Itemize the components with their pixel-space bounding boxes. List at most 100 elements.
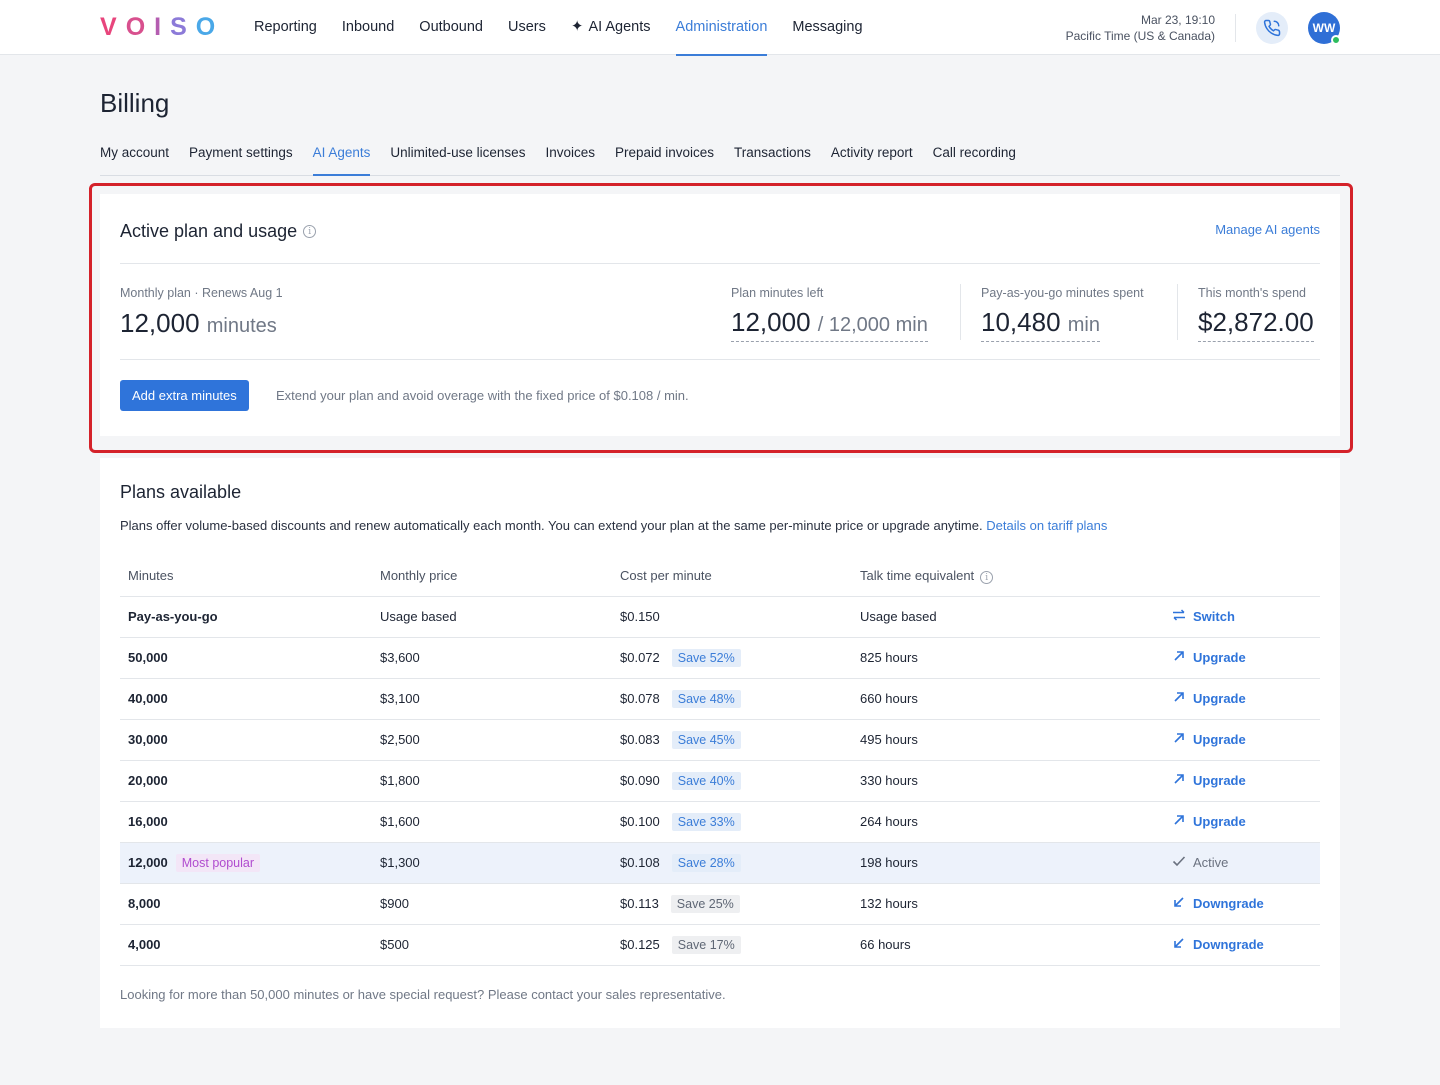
cost-value: $0.083	[620, 731, 660, 747]
table-row: 20,000 $1,800 $0.090 Save 40% 330 hours Upgra…	[120, 760, 1320, 802]
switch-button[interactable]: Switch	[1172, 608, 1235, 625]
tab-ai-agents[interactable]: AI Agents	[312, 134, 370, 176]
cell-monthly-price: $1,800	[372, 760, 612, 802]
cell-action: Upgrade	[1164, 801, 1320, 843]
cell-minutes: 8,000	[120, 883, 372, 925]
nav-item-label: AI Agents	[588, 19, 651, 35]
nav-item-ai-agents[interactable]: ✦ AI Agents	[571, 0, 651, 55]
info-icon[interactable]: i	[980, 571, 994, 584]
save-badge: Save 28%	[671, 853, 741, 872]
plan-minutes-value: 30,000	[128, 732, 168, 747]
tab-my-account[interactable]: My account	[100, 134, 169, 175]
nav-item-messaging[interactable]: Messaging	[792, 0, 862, 55]
cell-monthly-price: $3,600	[372, 637, 612, 679]
plan-minutes-value: 50,000	[128, 650, 168, 665]
upgrade-button[interactable]: Upgrade	[1172, 772, 1246, 789]
cell-cost-per-minute: $0.125 Save 17%	[612, 924, 852, 966]
cell-monthly-price: $1,300	[372, 842, 612, 884]
cost-value: $0.113	[620, 895, 659, 911]
nav-item-administration[interactable]: Administration	[675, 0, 767, 56]
cell-action: Active	[1164, 842, 1320, 884]
cell-monthly-price: Usage based	[372, 596, 612, 638]
most-popular-badge: Most popular	[175, 853, 261, 872]
column-header-monthly-price: Monthly price	[372, 556, 612, 597]
check-icon	[1172, 854, 1186, 871]
table-row: 16,000 $1,600 $0.100 Save 33% 264 hours Upgra…	[120, 801, 1320, 843]
action-label: Upgrade	[1193, 814, 1246, 829]
upgrade-button[interactable]: Upgrade	[1172, 649, 1246, 666]
nav-item-inbound[interactable]: Inbound	[342, 0, 394, 55]
cell-action: Upgrade	[1164, 637, 1320, 679]
cell-cost-per-minute: $0.108 Save 28%	[612, 842, 852, 884]
cost-value: $0.125	[620, 936, 660, 952]
voiso-logo[interactable]: V O I S O	[100, 13, 224, 42]
upgrade-button[interactable]: Upgrade	[1172, 690, 1246, 707]
plan-minutes-value: 20,000	[128, 773, 168, 788]
tab-payment-settings[interactable]: Payment settings	[189, 134, 293, 175]
tab-call-recording[interactable]: Call recording	[933, 134, 1016, 175]
cell-cost-per-minute: $0.150	[612, 596, 852, 638]
upgrade-button[interactable]: Upgrade	[1172, 813, 1246, 830]
plan-minutes-value: 40,000	[128, 691, 168, 706]
main-nav: Reporting Inbound Outbound Users ✦ AI Age…	[254, 0, 888, 56]
cell-monthly-price: $900	[372, 883, 612, 925]
tab-transactions[interactable]: Transactions	[734, 134, 811, 175]
save-badge: Save 52%	[671, 648, 741, 667]
cell-action: Upgrade	[1164, 719, 1320, 761]
cell-monthly-price: $1,600	[372, 801, 612, 843]
save-badge: Save 33%	[671, 812, 741, 831]
arrow-up-right-icon	[1172, 772, 1186, 789]
cost-value: $0.078	[620, 690, 660, 706]
column-header-minutes: Minutes	[120, 556, 372, 597]
arrow-up-right-icon	[1172, 813, 1186, 830]
cell-talk-time: Usage based	[852, 596, 1164, 638]
switch-icon	[1172, 608, 1186, 625]
plans-description-text: Plans offer volume-based discounts and r…	[120, 518, 983, 533]
nav-item-reporting[interactable]: Reporting	[254, 0, 317, 55]
plan-minutes-value: 16,000	[128, 814, 168, 829]
sparkle-icon: ✦	[570, 18, 584, 35]
save-badge: Save 40%	[671, 771, 741, 790]
cell-talk-time: 825 hours	[852, 637, 1164, 679]
cell-monthly-price: $2,500	[372, 719, 612, 761]
tab-prepaid-invoices[interactable]: Prepaid invoices	[615, 134, 714, 175]
cell-action: Switch	[1164, 596, 1320, 638]
table-row: Pay-as-you-go Usage based $0.150 Usage base…	[120, 596, 1320, 638]
cell-minutes: 30,000	[120, 719, 372, 761]
cell-cost-per-minute: $0.113 Save 25%	[612, 883, 852, 925]
nav-item-users[interactable]: Users	[508, 0, 546, 55]
action-label: Active	[1193, 855, 1229, 870]
table-row: 30,000 $2,500 $0.083 Save 45% 495 hours Upgra…	[120, 719, 1320, 761]
arrow-up-right-icon	[1172, 690, 1186, 707]
tariff-details-link[interactable]: Details on tariff plans	[986, 518, 1107, 533]
cell-minutes: 4,000	[120, 924, 372, 966]
downgrade-button[interactable]: Downgrade	[1172, 895, 1264, 912]
tab-invoices[interactable]: Invoices	[545, 134, 595, 175]
table-row: 12,000 Most popular $1,300 $0.108 Save 28% 19…	[120, 842, 1320, 884]
tab-activity-report[interactable]: Activity report	[831, 134, 913, 175]
downgrade-button[interactable]: Downgrade	[1172, 936, 1264, 953]
action-label: Upgrade	[1193, 691, 1246, 706]
cell-talk-time: 264 hours	[852, 801, 1164, 843]
plans-description: Plans offer volume-based discounts and r…	[120, 518, 1107, 533]
online-status-indicator	[1331, 35, 1341, 45]
action-label: Upgrade	[1193, 773, 1246, 788]
arrow-up-right-icon	[1172, 649, 1186, 666]
plans-title: Plans available	[120, 482, 242, 502]
cell-minutes: 16,000	[120, 801, 372, 843]
tab-unlimited-use-licenses[interactable]: Unlimited-use licenses	[390, 134, 525, 175]
table-header-row: Minutes Monthly price Cost per minute Ta…	[120, 556, 1320, 597]
save-badge: Save 25%	[670, 894, 740, 913]
cost-value: $0.100	[620, 813, 660, 829]
page-title: Billing	[100, 88, 170, 118]
arrow-up-right-icon	[1172, 731, 1186, 748]
upgrade-button[interactable]: Upgrade	[1172, 731, 1246, 748]
nav-item-outbound[interactable]: Outbound	[419, 0, 483, 55]
cell-minutes: Pay-as-you-go	[120, 596, 372, 638]
cell-cost-per-minute: $0.083 Save 45%	[612, 719, 852, 761]
save-badge: Save 17%	[671, 935, 741, 954]
cell-action: Downgrade	[1164, 924, 1320, 966]
softphone-button[interactable]	[1256, 12, 1288, 44]
cell-cost-per-minute: $0.090 Save 40%	[612, 760, 852, 802]
plan-minutes-value: 12,000	[128, 854, 168, 870]
